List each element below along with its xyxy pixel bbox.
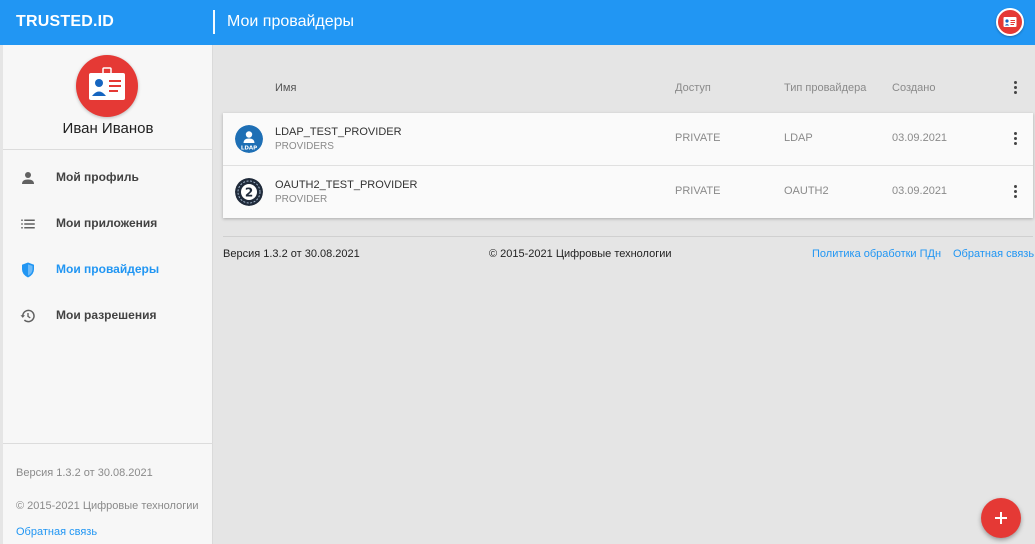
- column-header-created[interactable]: Создано: [892, 82, 935, 94]
- oauth2-logo-icon: 2: [235, 178, 263, 206]
- profile-avatar[interactable]: [76, 55, 138, 117]
- provider-created: 03.09.2021: [892, 185, 948, 197]
- account-button[interactable]: [996, 8, 1024, 36]
- sidebar-divider: [3, 443, 213, 444]
- provider-subtitle: PROVIDER: [275, 194, 328, 205]
- footer-copyright: © 2015-2021 Цифровые технологии: [489, 248, 672, 260]
- ldap-logo-text: LDAP: [241, 146, 257, 152]
- more-vert-icon[interactable]: [1010, 80, 1020, 96]
- footer-feedback-link[interactable]: Обратная связь: [953, 248, 1034, 260]
- sidebar: Иван Иванов Мой профиль Мои приложения М…: [3, 45, 213, 544]
- column-header-provider-type[interactable]: Тип провайдера: [784, 82, 866, 94]
- provider-created: 03.09.2021: [892, 132, 948, 144]
- list-icon: [21, 219, 35, 229]
- table-row[interactable]: LDAP LDAP_TEST_PROVIDER PROVIDERS PRIVAT…: [223, 113, 1033, 165]
- shield-icon: [22, 262, 34, 278]
- provider-type: LDAP: [784, 132, 813, 144]
- sidebar-item-profile[interactable]: Мой профиль: [3, 158, 213, 198]
- provider-access: PRIVATE: [675, 185, 721, 197]
- provider-access: PRIVATE: [675, 132, 721, 144]
- column-header-access[interactable]: Доступ: [675, 82, 711, 94]
- table-row[interactable]: 2 OAUTH2_TEST_PROVIDER PROVIDER PRIVATE …: [223, 165, 1033, 217]
- app-bar-divider: [213, 10, 215, 34]
- column-header-name[interactable]: Имя: [275, 82, 296, 94]
- sidebar-item-label: Мой профиль: [56, 170, 139, 184]
- sidebar-item-providers[interactable]: Мои провайдеры: [3, 250, 213, 290]
- sidebar-divider: [3, 149, 213, 150]
- plus-icon: [995, 512, 1007, 524]
- page-title: Мои провайдеры: [227, 13, 355, 30]
- sidebar-feedback-link[interactable]: Обратная связь: [16, 526, 97, 538]
- more-vert-icon[interactable]: [1010, 184, 1020, 200]
- sidebar-item-label: Мои провайдеры: [56, 262, 160, 276]
- person-icon: [22, 172, 34, 184]
- more-vert-icon[interactable]: [1010, 131, 1020, 147]
- add-provider-button[interactable]: [981, 498, 1021, 538]
- sidebar-version: Версия 1.3.2 от 30.08.2021: [16, 467, 153, 479]
- provider-name: OAUTH2_TEST_PROVIDER: [275, 179, 418, 191]
- id-card-icon: [1003, 17, 1017, 27]
- sidebar-item-permissions[interactable]: Мои разрешения: [3, 296, 213, 336]
- brand-logo-text[interactable]: TRUSTED.ID: [16, 13, 114, 31]
- ldap-logo-icon: LDAP: [235, 125, 263, 153]
- id-card-icon: [89, 67, 125, 100]
- privacy-policy-link[interactable]: Политика обработки ПДн: [812, 248, 941, 260]
- sidebar-copyright: © 2015-2021 Цифровые технологии: [16, 500, 199, 512]
- history-icon: [20, 309, 35, 323]
- oauth2-logo-text: 2: [245, 186, 253, 200]
- provider-subtitle: PROVIDERS: [275, 141, 334, 152]
- provider-type: OAUTH2: [784, 185, 829, 197]
- sidebar-item-label: Мои приложения: [56, 216, 158, 230]
- provider-name: LDAP_TEST_PROVIDER: [275, 126, 402, 138]
- providers-table: LDAP LDAP_TEST_PROVIDER PROVIDERS PRIVAT…: [223, 113, 1033, 218]
- footer-divider: [223, 236, 1033, 237]
- sidebar-item-applications[interactable]: Мои приложения: [3, 204, 213, 244]
- user-name: Иван Иванов: [62, 120, 154, 137]
- sidebar-item-label: Мои разрешения: [56, 308, 157, 322]
- app-bar: TRUSTED.ID Мои провайдеры: [0, 0, 1035, 45]
- footer-version: Версия 1.3.2 от 30.08.2021: [223, 248, 360, 260]
